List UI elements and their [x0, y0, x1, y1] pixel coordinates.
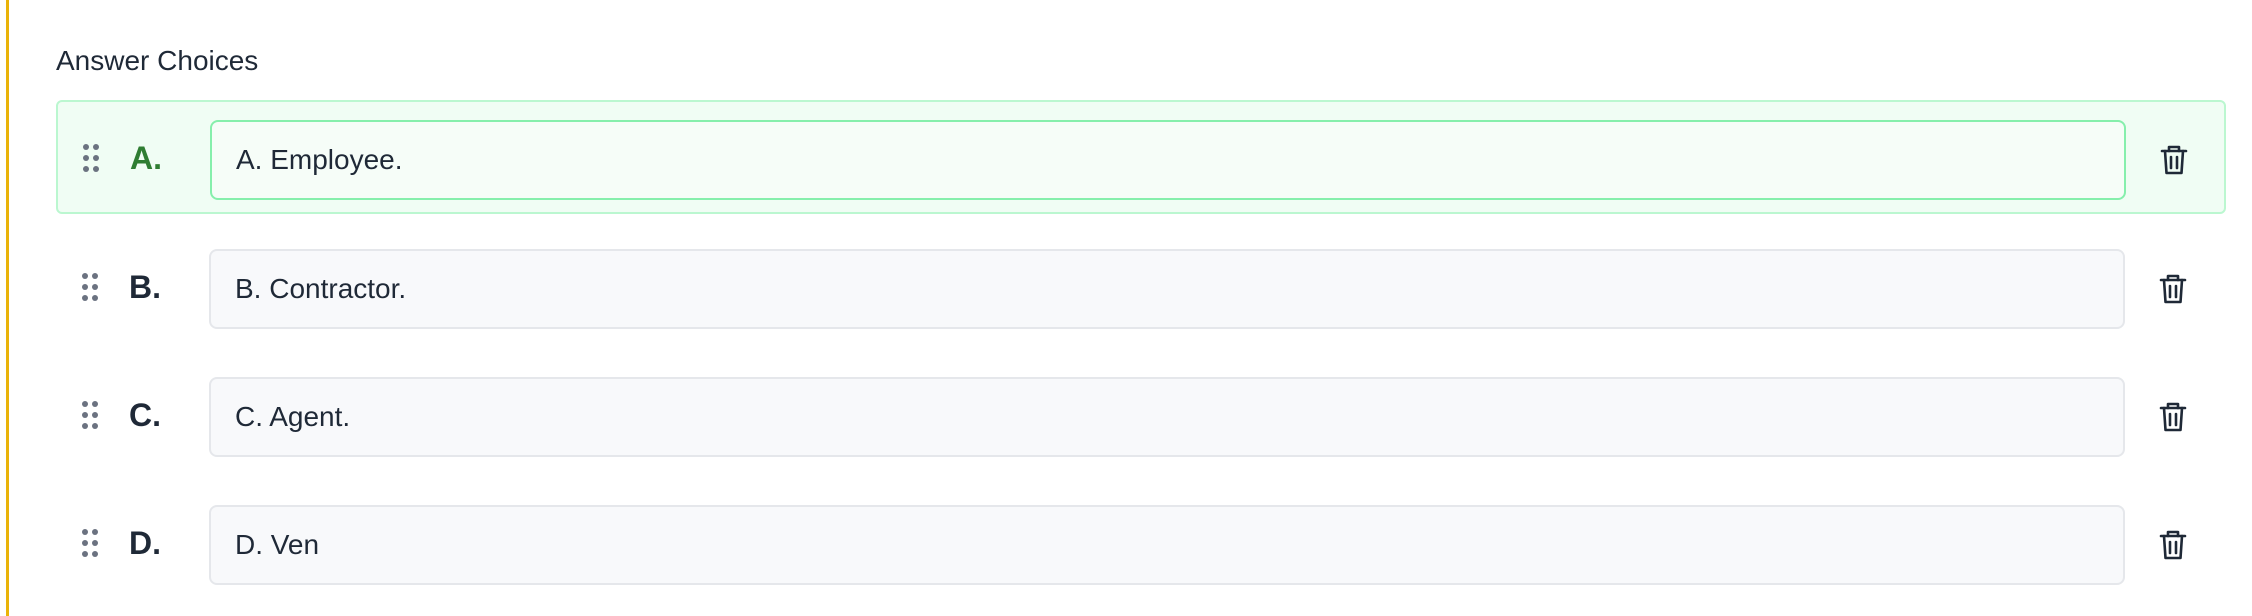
choice-input[interactable] [210, 120, 2126, 200]
trash-icon[interactable] [2153, 525, 2193, 565]
choice-input[interactable] [209, 377, 2125, 457]
trash-icon[interactable] [2154, 140, 2194, 180]
choice-letter: A. [130, 140, 162, 176]
choice-row-c: C. [56, 358, 2226, 472]
drag-handle-icon[interactable] [79, 527, 103, 559]
trash-icon[interactable] [2153, 269, 2193, 309]
drag-handle-icon[interactable] [79, 399, 103, 431]
left-accent-bar [6, 0, 9, 616]
trash-icon[interactable] [2153, 397, 2193, 437]
choice-row-b: B. [56, 230, 2226, 344]
choice-row-a: A. [56, 100, 2226, 214]
choice-letter: C. [129, 397, 161, 433]
drag-handle-icon[interactable] [80, 142, 104, 174]
answer-choices-panel: Answer Choices A. A. Employee. B. B. Con… [0, 0, 2252, 616]
choice-input[interactable] [209, 505, 2125, 585]
choice-row-d: D. [56, 486, 2226, 600]
choice-letter: D. [129, 525, 161, 561]
choice-input[interactable] [209, 249, 2125, 329]
section-title: Answer Choices [56, 45, 259, 76]
choice-letter: B. [129, 269, 161, 305]
drag-handle-icon[interactable] [79, 271, 103, 303]
